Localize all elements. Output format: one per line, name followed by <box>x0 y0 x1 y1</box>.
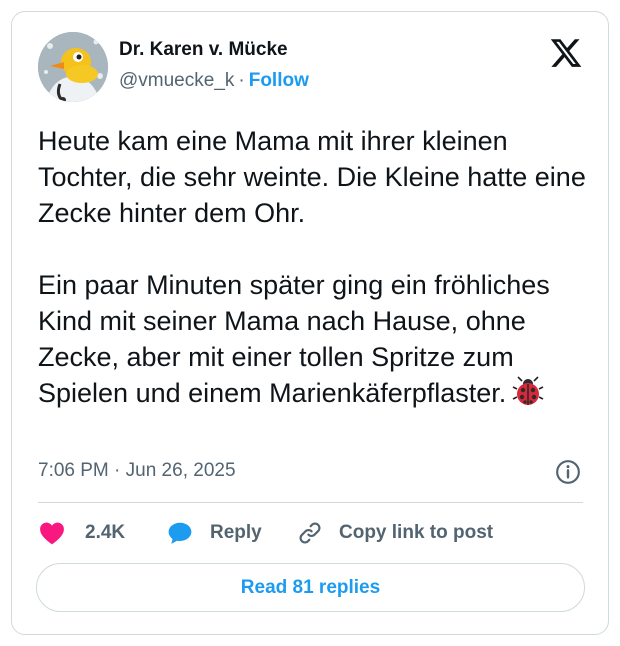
tweet-timestamp[interactable]: 7:06 PM · Jun 26, 2025 <box>38 460 236 482</box>
avatar-image <box>38 32 108 102</box>
tweet-paragraph-1: Heute kam eine Mama mit ihrer kleinen To… <box>38 126 586 228</box>
author-name[interactable]: Dr. Karen v. Mücke <box>119 39 288 61</box>
author-handle-row: @vmuecke_k · Follow <box>119 70 309 92</box>
reply-label: Reply <box>210 522 262 543</box>
info-icon[interactable] <box>555 459 581 485</box>
speech-bubble-icon <box>168 522 192 544</box>
copy-link-label: Copy link to post <box>339 522 494 543</box>
tweet-paragraph-2-text: Ein paar Minuten später ging ein fröhlic… <box>38 270 550 408</box>
separator-dot: · <box>238 70 245 91</box>
follow-button[interactable]: Follow <box>249 70 309 91</box>
read-replies-button[interactable]: Read 81 replies <box>36 563 585 612</box>
tweet-card: Dr. Karen v. Mücke @vmuecke_k · Follow Heu… <box>11 11 609 635</box>
link-icon <box>299 522 321 544</box>
tweet-text: Heute kam eine Mama mit ihrer kleinen To… <box>38 123 598 411</box>
like-count: 2.4K <box>85 522 126 543</box>
like-button[interactable]: 2.4K <box>39 517 125 549</box>
avatar[interactable] <box>38 32 108 102</box>
x-logo-icon[interactable] <box>549 36 583 70</box>
reply-button[interactable]: Reply <box>166 517 262 549</box>
copy-link-button[interactable]: Copy link to post <box>297 517 493 549</box>
tweet-paragraph-2: Ein paar Minuten später ging ein fröhlic… <box>38 267 598 411</box>
divider <box>38 502 583 503</box>
heart-icon <box>40 522 64 545</box>
ladybug-icon <box>512 376 544 405</box>
author-handle[interactable]: @vmuecke_k <box>119 70 234 91</box>
